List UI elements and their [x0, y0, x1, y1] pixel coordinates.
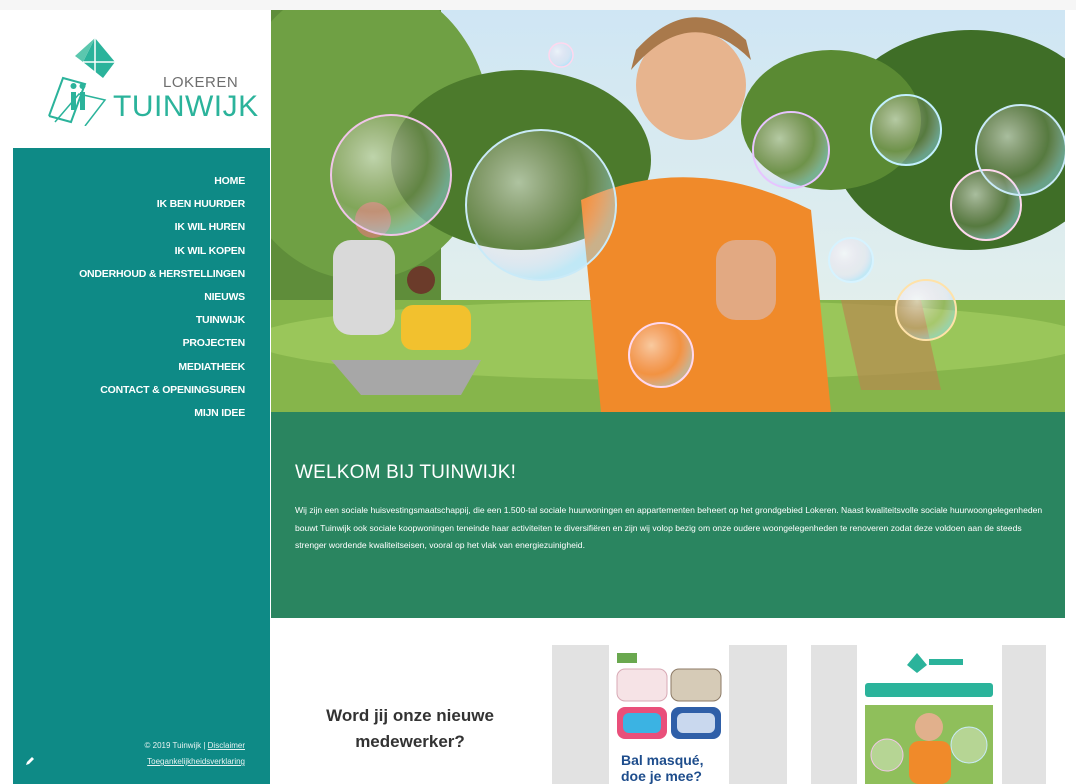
- welcome-section: WELKOM BIJ TUINWIJK! Wij zijn een social…: [271, 412, 1065, 618]
- brochure-illustration: [865, 653, 993, 784]
- nav-item-onderhoud[interactable]: ONDERHOUD & HERSTELLINGEN: [79, 263, 245, 286]
- welcome-title: WELKOM BIJ TUINWIJK!: [295, 462, 517, 483]
- accessibility-link[interactable]: Toegankelijkheidsverklaring: [147, 757, 245, 766]
- logo-city-text: LOKEREN: [163, 74, 239, 91]
- nav-item-nieuws[interactable]: NIEUWS: [79, 286, 245, 309]
- nav-item-contact[interactable]: CONTACT & OPENINGSUREN: [79, 379, 245, 402]
- footer: © 2019 Tuinwijk | Disclaimer Toegankelij…: [145, 738, 245, 770]
- job-card-line1: Word jij onze nieuwe: [326, 706, 494, 725]
- masks-title: Bal masqué, doe je mee?: [621, 752, 703, 784]
- welcome-text: Wij zijn een sociale huisvestingsmaatsch…: [295, 505, 1043, 551]
- disclaimer-link[interactable]: Disclaimer: [208, 741, 245, 750]
- nav-item-ik-wil-huren[interactable]: IK WIL HUREN: [79, 216, 246, 239]
- main-menu: HOME IK BEN HUURDER IK WIL HUREN IK WIL …: [79, 170, 245, 425]
- nav-item-mediatheek[interactable]: MEDIATHEEK: [79, 356, 245, 379]
- copyright-text: © 2019 Tuinwijk |: [144, 741, 206, 750]
- job-card[interactable]: Word jij onze nieuwe medewerker?: [290, 645, 530, 784]
- brochure-card[interactable]: [811, 645, 1046, 784]
- masks-poster: Bal masqué, doe je mee?: [609, 645, 729, 784]
- nav-item-ik-wil-kopen[interactable]: IK WIL KOPEN: [79, 240, 246, 263]
- hero-photo: [271, 10, 1065, 412]
- nav-item-home[interactable]: HOME: [79, 170, 245, 193]
- masks-title-line1: Bal masqué,: [621, 752, 704, 768]
- nav-item-ik-ben-huurder[interactable]: IK BEN HUURDER: [79, 193, 245, 216]
- edit-icon[interactable]: [25, 756, 35, 766]
- job-card-line2: medewerker?: [355, 732, 465, 751]
- site-logo[interactable]: LOKEREN TUINWIJK: [13, 10, 270, 148]
- masks-card[interactable]: Bal masqué, doe je mee?: [552, 645, 787, 784]
- top-strip: [0, 0, 1076, 10]
- sidebar-nav: HOME IK BEN HUURDER IK WIL HUREN IK WIL …: [13, 148, 270, 784]
- nav-item-projecten[interactable]: PROJECTEN: [79, 332, 246, 355]
- brochure-poster: [857, 645, 1002, 784]
- nav-item-mijn-idee[interactable]: MIJN IDEE: [79, 402, 245, 425]
- logo-brand-text: TUINWIJK: [113, 90, 259, 123]
- masks-title-line2: doe je mee?: [621, 768, 702, 784]
- nav-item-tuinwijk[interactable]: TUINWIJK: [79, 309, 245, 332]
- masks-illustration: [616, 653, 722, 739]
